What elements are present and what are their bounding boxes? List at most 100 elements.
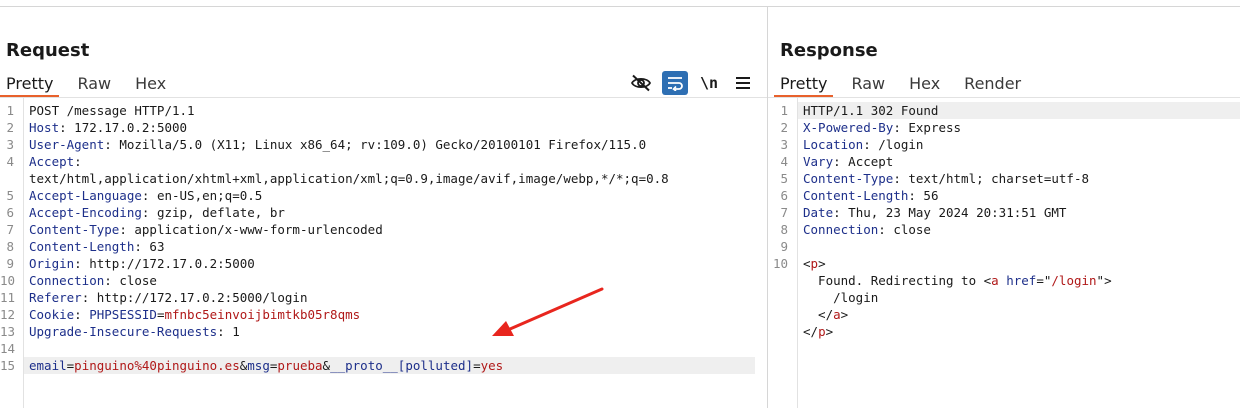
request-editor[interactable]: 1 POST /message HTTP/1.1 2 Host: 172.17.0.2… [0,102,767,374]
code-line: 6 Content-Length: 56 [768,187,1240,204]
line-content: Content-Type: text/html; charset=utf-8 [803,170,1089,187]
header-value: 56 [923,188,939,203]
header-value: /login [878,137,924,152]
line-number: 9 [6,256,14,271]
header-value: close [119,273,157,288]
line-number: 6 [6,205,14,220]
code-line: 2 X-Powered-By: Express [768,119,1240,136]
header-value: 63 [149,239,165,254]
code-line: 15 email=pinguino%40pinguino.es&msg=prueb… [0,357,767,374]
code-line: 5 Content-Type: text/html; charset=utf-8 [768,170,1240,187]
header-name: Content-Type [29,222,120,237]
line-number: 4 [780,154,788,169]
colon: : [141,205,157,220]
header-name: Accept-Language [29,188,142,203]
line-number: 12 [0,307,16,322]
param-value: prueba [277,358,323,373]
header-value: http://172.17.0.2:5000 [89,256,255,271]
line-content: Accept: [29,153,89,170]
header-value: Thu, 23 May 2024 20:31:51 GMT [848,205,1067,220]
header-value: http://172.17.0.2:5000/login [96,290,308,305]
code-line: 10 Connection: close [0,272,767,289]
response-tabs: Pretty Raw Hex Render [774,72,1039,97]
wrap-lines-icon[interactable] [662,71,688,95]
code-line: 8 Content-Length: 63 [0,238,767,255]
response-tab-pretty[interactable]: Pretty [774,72,834,97]
line-content: Accept-Encoding: gzip, deflate, br [29,204,285,221]
line-content: <p> [803,255,826,272]
request-tab-pretty[interactable]: Pretty [0,72,60,97]
line-number: 4 [6,154,14,169]
colon: : [893,120,909,135]
menu-icon[interactable] [730,71,756,95]
header-value: application/x-www-form-urlencoded [134,222,383,237]
code-line: 11 Referer: http://172.17.0.2:5000/login [0,289,767,306]
line-number: 5 [780,171,788,186]
request-tab-raw[interactable]: Raw [71,72,117,97]
colon: : [74,154,90,169]
line-number: 10 [772,256,788,271]
code-line: 3 Location: /login [768,136,1240,153]
colon: : [908,188,924,203]
html-token: a [991,273,999,288]
header-value: Mozilla/5.0 (X11; Linux x86_64; rv:109.0… [119,137,647,152]
header-value: close [893,222,931,237]
cookie-value: mfnbc5einvoijbimtkb05r8qms [164,307,361,322]
line-content: Found. Redirecting to <a href="/login"> [803,272,1112,289]
colon: : [81,290,97,305]
code-line: 5 Accept-Language: en-US,en;q=0.5 [0,187,767,204]
line-content: Content-Length: 56 [803,187,938,204]
response-tab-render[interactable]: Render [958,72,1027,97]
response-tab-raw[interactable]: Raw [845,72,891,97]
header-name: Upgrade-Insecure-Requests [29,324,218,339]
header-name: Origin [29,256,75,271]
line-number: 3 [6,137,14,152]
line-content: </p> [803,323,833,340]
html-token: > [840,307,849,322]
line-content: Date: Thu, 23 May 2024 20:31:51 GMT [803,204,1066,221]
newline-icon[interactable]: \n [696,71,722,95]
line-content: email=pinguino%40pinguino.es&msg=prueba&… [29,357,503,374]
colon: : [104,137,120,152]
param-value: pinguino%40pinguino.es [74,358,240,373]
line-content: Vary: Accept [803,153,893,170]
request-tabs: Pretty Raw Hex [0,72,184,97]
line-content: POST /message HTTP/1.1 [29,102,195,119]
line-content: Accept-Language: en-US,en;q=0.5 [29,187,262,204]
colon: : [74,307,90,322]
colon: : [893,171,909,186]
colon: : [74,256,90,271]
response-editor[interactable]: 1 HTTP/1.1 302 Found 2 X-Powered-By: Expres… [768,102,1240,340]
code-line: 7 Content-Type: application/x-www-form-ur… [0,221,767,238]
colon: : [833,205,849,220]
code-line: Found. Redirecting to <a href="/login"> [768,272,1240,289]
line-number: 11 [0,290,16,305]
line-content: </a> [803,306,848,323]
html-token: =" [1036,273,1052,288]
line-content: Referer: http://172.17.0.2:5000/login [29,289,307,306]
param-value: yes [480,358,504,373]
html-token: p [818,324,826,339]
line-content: X-Powered-By: Express [803,119,961,136]
request-tab-hex[interactable]: Hex [129,72,172,97]
code-line: 6 Accept-Encoding: gzip, deflate, br [0,204,767,221]
response-panel: Response Pretty Raw Hex Render 1 HTTP/1.1… [768,0,1240,408]
html-token: /login [1051,273,1097,288]
response-tab-hex[interactable]: Hex [903,72,946,97]
header-name: Accept-Encoding [29,205,142,220]
hide-eye-icon[interactable] [628,71,654,95]
code-line: 9 Origin: http://172.17.0.2:5000 [0,255,767,272]
header-value: text/html; charset=utf-8 [908,171,1089,186]
colon: : [104,273,120,288]
line-number: 6 [780,188,788,203]
param-name: __proto__[polluted] [330,358,474,373]
code-line: 4 Vary: Accept [768,153,1240,170]
code-line: 14 [0,340,767,357]
header-name: Date [803,205,834,220]
line-content: User-Agent: Mozilla/5.0 (X11; Linux x86_… [29,136,646,153]
line-text: POST /message HTTP/1.1 [29,103,195,118]
line-number: 14 [0,341,16,356]
line-content: Location: /login [803,136,923,153]
html-token: p [810,256,819,271]
header-name: Location [803,137,864,152]
